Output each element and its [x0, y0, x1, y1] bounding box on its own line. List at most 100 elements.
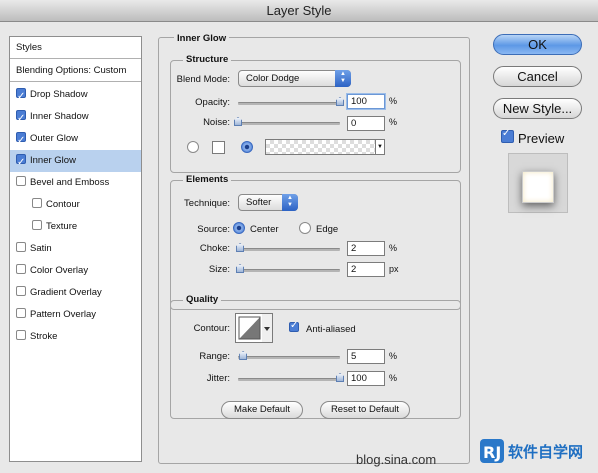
opacity-label: Opacity: [195, 97, 230, 108]
gradient-radio[interactable] [241, 141, 253, 153]
preview-label: Preview [518, 131, 565, 146]
source-center-radio[interactable] [233, 222, 245, 234]
style-item-label: Contour [46, 199, 80, 210]
quality-title: Quality [183, 294, 222, 305]
checkbox-icon[interactable] [16, 286, 26, 296]
glow-color-swatch[interactable] [212, 141, 225, 154]
choke-input[interactable]: 2 [347, 241, 385, 256]
source-edge-label: Edge [316, 224, 339, 235]
jitter-label: Jitter: [206, 373, 230, 384]
range-input[interactable]: 5 [347, 349, 385, 364]
jitter-unit: % [389, 373, 398, 383]
style-item-gradient-overlay[interactable]: Gradient Overlay [10, 282, 141, 304]
window-title: Layer Style [266, 3, 332, 18]
style-item-pattern-overlay[interactable]: Pattern Overlay [10, 304, 141, 326]
anti-aliased-checkbox[interactable] [289, 320, 303, 334]
style-item-inner-glow[interactable]: Inner Glow [10, 150, 141, 174]
checkbox-icon[interactable] [16, 86, 26, 108]
contour-curve-icon [238, 314, 272, 342]
style-item-label: Stroke [30, 331, 58, 342]
style-preview [508, 153, 568, 213]
style-item-label: Inner Shadow [30, 111, 89, 122]
opacity-input[interactable]: 100 [347, 94, 385, 109]
range-unit: % [389, 351, 398, 361]
checkbox-icon [289, 320, 299, 332]
checkbox-icon[interactable] [16, 308, 26, 318]
range-slider[interactable] [238, 356, 340, 359]
updown-arrows-icon: ▲ ▼ [335, 70, 351, 87]
style-item-texture[interactable]: Texture [10, 216, 141, 238]
checkbox-icon[interactable] [16, 264, 26, 274]
blending-options-item[interactable]: Blending Options: Custom [10, 60, 141, 82]
style-item-label: Pattern Overlay [30, 309, 96, 320]
style-item-satin[interactable]: Satin [10, 238, 141, 260]
choke-slider[interactable] [238, 248, 340, 251]
style-item-label: Outer Glow [30, 133, 79, 144]
cancel-button[interactable]: Cancel [493, 66, 582, 87]
preview-swatch [522, 171, 554, 203]
choke-label: Choke: [199, 243, 230, 254]
checkbox-icon[interactable] [16, 108, 26, 130]
new-style-button[interactable]: New Style... [493, 98, 582, 119]
styles-header[interactable]: Styles [10, 37, 141, 59]
noise-slider[interactable] [238, 122, 340, 125]
checkbox-icon[interactable] [32, 220, 42, 230]
watermark-logo-text: 软件自学网 [508, 443, 584, 461]
noise-input[interactable]: 0 [347, 116, 385, 131]
source-label: Source: [197, 224, 230, 235]
style-item-stroke[interactable]: Stroke [10, 326, 141, 348]
gradient-swatch[interactable]: ▼ [265, 139, 385, 155]
source-center-label: Center [250, 224, 279, 235]
preview-checkbox[interactable] [501, 128, 515, 144]
choke-unit: % [389, 243, 398, 253]
noise-label: Noise: [203, 117, 230, 128]
style-item-inner-shadow[interactable]: Inner Shadow [10, 106, 141, 130]
style-item-color-overlay[interactable]: Color Overlay [10, 260, 141, 282]
technique-value: Softer [246, 197, 272, 208]
blend-mode-value: Color Dodge [246, 73, 300, 84]
checkbox-icon[interactable] [16, 242, 26, 252]
blend-mode-select[interactable]: Color Dodge ▲ ▼ [238, 70, 351, 87]
svg-text:RJ: RJ [483, 443, 501, 462]
updown-arrows-icon: ▲ ▼ [282, 194, 298, 211]
style-item-label: Bevel and Emboss [30, 177, 110, 188]
watermark-logo: RJ 软件自学网 [478, 436, 593, 468]
noise-unit: % [389, 117, 398, 127]
checkbox-icon[interactable] [32, 198, 42, 208]
source-edge-radio[interactable] [299, 222, 311, 234]
checkbox-icon [501, 128, 514, 143]
size-input[interactable]: 2 [347, 262, 385, 277]
opacity-slider[interactable] [238, 102, 340, 105]
technique-label: Technique: [184, 198, 230, 209]
styles-list: Styles Blending Options: Custom Drop Sha… [9, 36, 142, 462]
style-item-drop-shadow[interactable]: Drop Shadow [10, 84, 141, 108]
chevron-down-icon[interactable]: ▼ [375, 139, 385, 155]
checkbox-icon[interactable] [16, 152, 26, 174]
solid-color-radio[interactable] [187, 141, 199, 153]
style-item-bevel-and-emboss[interactable]: Bevel and Emboss [10, 172, 141, 194]
style-item-contour[interactable]: Contour [10, 194, 141, 216]
elements-title: Elements [183, 174, 232, 185]
technique-select[interactable]: Softer ▲ ▼ [238, 194, 298, 211]
style-item-outer-glow[interactable]: Outer Glow [10, 128, 141, 152]
layer-style-dialog: Styles Blending Options: Custom Drop Sha… [0, 23, 598, 473]
checkbox-icon[interactable] [16, 330, 26, 340]
size-label: Size: [208, 264, 230, 275]
checkbox-icon[interactable] [16, 130, 26, 152]
jitter-slider[interactable] [238, 378, 340, 381]
style-item-label: Inner Glow [30, 155, 76, 166]
watermark-text: blog.sina.com [356, 452, 437, 467]
ok-button[interactable]: OK [493, 34, 582, 55]
contour-label: Contour: [193, 323, 230, 334]
opacity-unit: % [389, 96, 398, 106]
reset-to-default-button[interactable]: Reset to Default [320, 401, 410, 419]
style-item-label: Color Overlay [30, 265, 89, 276]
make-default-button[interactable]: Make Default [221, 401, 303, 419]
contour-picker[interactable] [235, 313, 273, 343]
jitter-input[interactable]: 100 [347, 371, 385, 386]
window-titlebar[interactable]: Layer Style [0, 0, 598, 22]
checkbox-icon[interactable] [16, 176, 26, 186]
size-slider[interactable] [238, 269, 340, 272]
anti-aliased-label: Anti-aliased [306, 324, 356, 335]
range-label: Range: [199, 351, 230, 362]
